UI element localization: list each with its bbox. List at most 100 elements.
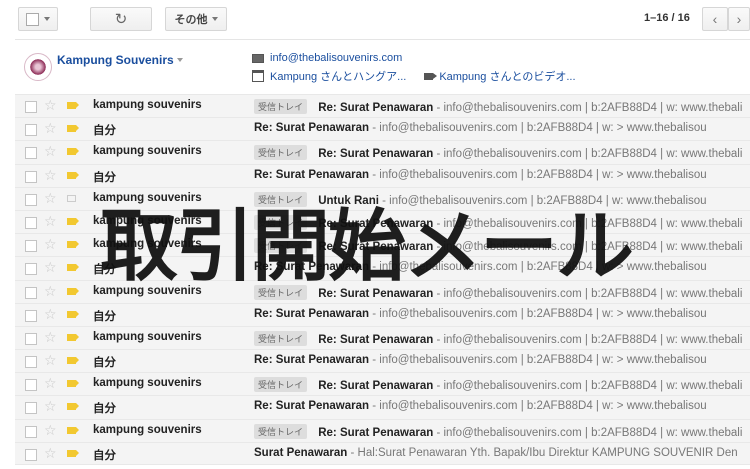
email-sender: 自分: [93, 310, 116, 323]
importance-tag-icon[interactable]: [67, 125, 79, 133]
star-icon[interactable]: ☆: [44, 143, 57, 159]
importance-tag-icon[interactable]: [67, 426, 79, 434]
email-snippet: - info@thebalisouvenirs.com | b:2AFB88D4…: [369, 261, 707, 274]
inbox-label[interactable]: 受信トレイ: [254, 238, 308, 254]
email-row[interactable]: ☆ kampung souvenirs 受信トレイ Re: Surat Pena…: [15, 279, 750, 303]
row-checkbox[interactable]: [25, 124, 37, 137]
star-icon[interactable]: ☆: [44, 259, 57, 275]
contact-name[interactable]: Kampung Souvenirs: [57, 53, 174, 67]
email-row[interactable]: ☆ 自分 Surat Penawaran - Hal:Surat Penawar…: [15, 441, 750, 465]
star-icon[interactable]: ☆: [44, 213, 57, 229]
email-row[interactable]: ☆ kampung souvenirs 受信トレイ Re: Surat Pena…: [15, 140, 750, 164]
star-icon[interactable]: ☆: [44, 375, 57, 391]
importance-tag-icon[interactable]: [67, 264, 79, 272]
inbox-label[interactable]: 受信トレイ: [254, 377, 308, 393]
newer-page-button[interactable]: ›: [728, 7, 750, 31]
inbox-label[interactable]: 受信トレイ: [254, 99, 308, 114]
more-actions-button[interactable]: その他: [165, 7, 227, 31]
pagination-count: 1–16 / 16: [644, 12, 690, 24]
row-checkbox[interactable]: [25, 448, 37, 461]
star-icon[interactable]: ☆: [44, 97, 57, 113]
video-call-link[interactable]: Kampung さんとのビデオ...: [439, 68, 575, 84]
importance-tag-icon[interactable]: [67, 287, 79, 295]
email-row[interactable]: ☆ kampung souvenirs 受信トレイ Re: Surat Pena…: [15, 233, 750, 257]
importance-tag-icon[interactable]: [67, 310, 79, 318]
email-message: Re: Surat Penawaran - info@thebalisouven…: [254, 354, 707, 366]
star-icon[interactable]: ☆: [44, 352, 57, 368]
email-row[interactable]: ☆ kampung souvenirs 受信トレイ Untuk Rani - i…: [15, 186, 750, 210]
inbox-label[interactable]: 受信トレイ: [254, 423, 308, 439]
importance-tag-icon[interactable]: [67, 217, 79, 225]
email-snippet: - info@thebalisouvenirs.com | b:2AFB88D4…: [433, 241, 743, 254]
email-sender: 自分: [93, 449, 116, 462]
importance-tag-icon[interactable]: [67, 357, 79, 365]
row-checkbox[interactable]: [25, 193, 37, 206]
select-dropdown-button[interactable]: [18, 7, 58, 31]
inbox-label[interactable]: 受信トレイ: [254, 330, 308, 346]
inbox-label[interactable]: 受信トレイ: [254, 191, 308, 207]
star-icon[interactable]: ☆: [44, 398, 57, 414]
row-checkbox[interactable]: [25, 286, 37, 299]
importance-tag-icon[interactable]: [67, 403, 79, 411]
importance-tag-icon[interactable]: [67, 449, 79, 457]
email-row[interactable]: ☆ kampung souvenirs 受信トレイ Re: Surat Pena…: [15, 418, 750, 442]
older-page-button[interactable]: ‹: [702, 7, 728, 31]
star-icon[interactable]: ☆: [44, 283, 57, 299]
row-checkbox[interactable]: [25, 170, 37, 183]
importance-tag-icon[interactable]: [67, 333, 79, 341]
row-checkbox[interactable]: [25, 101, 37, 113]
email-row[interactable]: ☆ 自分 Re: Surat Penawaran - info@thebalis…: [15, 163, 750, 187]
importance-tag-icon[interactable]: [67, 148, 79, 156]
avatar[interactable]: [24, 53, 52, 81]
email-row[interactable]: ☆ kampung souvenirs 受信トレイ Re: Surat Pena…: [15, 372, 750, 396]
email-row[interactable]: ☆ 自分 Re: Surat Penawaran - info@thebalis…: [15, 302, 750, 326]
email-row[interactable]: ☆ 自分 Re: Surat Penawaran - info@thebalis…: [15, 395, 750, 419]
inbox-label[interactable]: 受信トレイ: [254, 284, 308, 300]
star-icon[interactable]: ☆: [44, 306, 57, 322]
row-checkbox[interactable]: [25, 263, 37, 276]
refresh-button[interactable]: ↻: [90, 7, 152, 31]
star-icon[interactable]: ☆: [44, 236, 57, 252]
row-checkbox[interactable]: [25, 379, 37, 392]
email-sender: 自分: [93, 403, 116, 416]
importance-tag-icon[interactable]: [67, 380, 79, 388]
email-subject: Re: Surat Penawaran: [318, 102, 434, 114]
row-checkbox[interactable]: [25, 147, 37, 160]
email-row[interactable]: ☆ kampung souvenirs 受信トレイ Re: Surat Pena…: [15, 94, 750, 118]
star-icon[interactable]: ☆: [44, 167, 57, 183]
star-icon[interactable]: ☆: [44, 120, 57, 136]
inbox-label[interactable]: 受信トレイ: [254, 145, 308, 161]
inbox-label[interactable]: 受信トレイ: [254, 214, 308, 230]
importance-tag-icon[interactable]: [67, 102, 79, 109]
email-message: 受信トレイ Re: Surat Penawaran - info@thebali…: [254, 284, 742, 300]
row-checkbox[interactable]: [25, 240, 37, 253]
email-subject: Re: Surat Penawaran: [254, 122, 370, 135]
email-row[interactable]: ☆ kampung souvenirs 受信トレイ Re: Surat Pena…: [15, 325, 750, 350]
email-message: 受信トレイ Re: Surat Penawaran - info@thebali…: [254, 214, 742, 230]
chevron-down-icon[interactable]: [177, 58, 183, 62]
email-row[interactable]: ☆ kampung souvenirs 受信トレイ Re: Surat Pena…: [15, 209, 750, 234]
email-row[interactable]: ☆ 自分 Re: Surat Penawaran - info@thebalis…: [15, 256, 750, 280]
email-sender: kampung souvenirs: [93, 330, 202, 343]
email-row[interactable]: ☆ 自分 Re: Surat Penawaran - info@thebalis…: [15, 349, 750, 373]
hangout-link[interactable]: Kampung さんとハングア...: [270, 68, 406, 84]
star-icon[interactable]: ☆: [44, 190, 57, 206]
importance-tag-icon[interactable]: [67, 241, 79, 249]
email-subject: Re: Surat Penawaran: [254, 168, 370, 181]
star-icon[interactable]: ☆: [44, 422, 57, 438]
row-checkbox[interactable]: [25, 425, 37, 438]
row-checkbox[interactable]: [25, 356, 37, 369]
chevron-left-icon: ‹: [712, 11, 718, 27]
importance-tag-icon[interactable]: [67, 194, 76, 202]
importance-tag-icon[interactable]: [67, 171, 79, 179]
star-icon[interactable]: ☆: [44, 329, 57, 345]
row-checkbox[interactable]: [25, 332, 37, 345]
email-snippet: - info@thebalisouvenirs.com | b:2AFB88D4…: [378, 194, 707, 207]
row-checkbox[interactable]: [25, 309, 37, 322]
star-icon[interactable]: ☆: [44, 445, 57, 461]
email-subject: Untuk Rani: [318, 194, 379, 207]
contact-email-link[interactable]: info@thebalisouvenirs.com: [252, 52, 402, 64]
row-checkbox[interactable]: [25, 402, 37, 415]
email-row[interactable]: ☆ 自分 Re: Surat Penawaran - info@thebalis…: [15, 117, 750, 141]
row-checkbox[interactable]: [25, 216, 37, 229]
